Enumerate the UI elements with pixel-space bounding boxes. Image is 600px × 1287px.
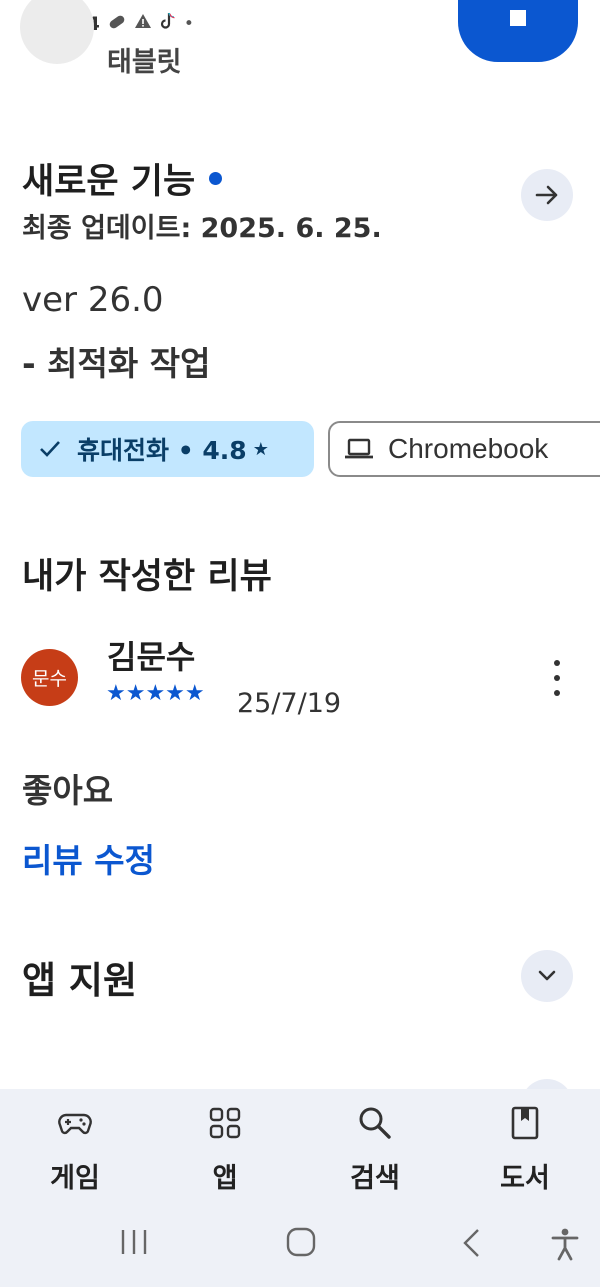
- device-icon-circle[interactable]: [20, 0, 94, 64]
- check-icon: [40, 441, 60, 457]
- pill-icon: [108, 14, 126, 34]
- app-support-title: 앱 지원: [22, 959, 138, 1002]
- arrow-right-icon: [535, 185, 558, 205]
- nav-item-books[interactable]: 도서: [450, 1089, 600, 1201]
- phone-chip-label: 휴대전화 • 4.8: [77, 436, 247, 465]
- tablet-label[interactable]: 태블릿: [107, 40, 182, 79]
- more-dot-icon: [554, 660, 560, 666]
- apps-grid-icon: [209, 1107, 241, 1139]
- more-dot-icon: [554, 690, 560, 696]
- nav-item-search[interactable]: 검색: [300, 1089, 450, 1201]
- whats-new-title: 새로운 기능: [22, 153, 223, 204]
- tiktok-icon: [160, 12, 176, 35]
- edit-review-link[interactable]: 리뷰 수정: [22, 834, 155, 882]
- nav-item-games[interactable]: 게임: [0, 1089, 150, 1201]
- book-icon: [511, 1106, 539, 1140]
- app-support-expand-button[interactable]: [521, 950, 573, 1002]
- nav-label-search: 검색: [350, 1163, 400, 1194]
- nav-label-apps: 앱: [212, 1163, 238, 1194]
- new-indicator-dot: [209, 172, 223, 185]
- chromebook-chip-label: Chromebook: [388, 433, 549, 464]
- review-body: 좋아요: [22, 771, 114, 810]
- version-text: ver 26.0: [22, 280, 164, 320]
- review-date: 25/7/19: [237, 688, 342, 719]
- home-button[interactable]: [286, 1227, 316, 1257]
- whats-new-more-button[interactable]: [521, 169, 573, 221]
- phone-chip[interactable]: 휴대전화 • 4.8 ★: [21, 421, 314, 477]
- back-button[interactable]: [460, 1227, 484, 1259]
- gamepad-icon: [58, 1113, 92, 1135]
- reviewer-name: 김문수: [107, 638, 196, 676]
- my-review-title: 내가 작성한 리뷰: [22, 557, 272, 597]
- dot-icon: •: [183, 13, 194, 34]
- star-icon: ★: [252, 438, 269, 460]
- avatar: 문수: [21, 649, 78, 706]
- recent-apps-button[interactable]: [118, 1227, 150, 1257]
- system-navigation-bar: [0, 1201, 600, 1287]
- more-dot-icon: [554, 675, 560, 681]
- last-updated-text: 최종 업데이트: 2025. 6. 25.: [22, 213, 382, 244]
- laptop-icon: [345, 438, 373, 459]
- rating-stars: ★★★★★: [106, 681, 205, 706]
- primary-action-button[interactable]: [458, 0, 578, 62]
- bottom-navigation: 게임 앱 검색 도서: [0, 1089, 600, 1201]
- nav-item-apps[interactable]: 앱: [150, 1089, 300, 1201]
- release-note-text: - 최적화 작업: [22, 344, 211, 383]
- whats-new-title-text: 새로운 기능: [22, 162, 196, 202]
- nav-label-games: 게임: [50, 1163, 100, 1194]
- accessibility-button[interactable]: [550, 1227, 580, 1261]
- chevron-down-icon: [538, 970, 556, 981]
- search-icon: [359, 1107, 391, 1139]
- nav-label-books: 도서: [500, 1163, 550, 1194]
- warning-icon: [134, 13, 152, 34]
- button-icon: [510, 10, 526, 26]
- chromebook-chip[interactable]: Chromebook: [328, 421, 600, 477]
- more-options-button[interactable]: [540, 660, 574, 696]
